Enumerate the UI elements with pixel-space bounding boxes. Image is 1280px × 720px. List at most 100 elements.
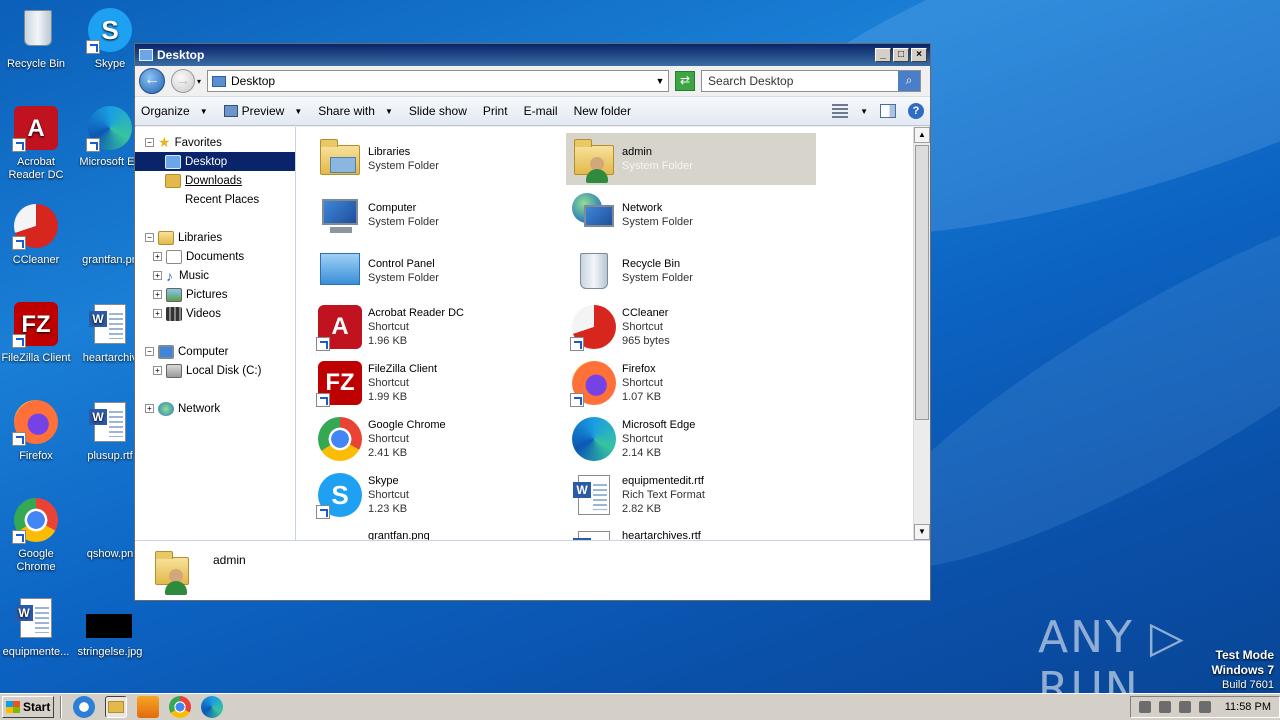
share-with-button[interactable]: Share with ▼ xyxy=(318,104,393,118)
desktop-icon-recycle-bin[interactable]: Recycle Bin xyxy=(0,6,74,71)
nav-item-pictures[interactable]: + Pictures xyxy=(135,285,295,304)
close-button[interactable]: × xyxy=(911,48,927,62)
nav-item-downloads[interactable]: Downloads xyxy=(135,171,295,190)
file-item-acrobat[interactable]: A Acrobat Reader DC Shortcut 1.96 KB xyxy=(312,301,562,353)
chrome-icon[interactable] xyxy=(169,696,191,718)
desktop-icon-filezilla[interactable]: FZ FileZilla Client xyxy=(0,300,74,365)
expand-icon[interactable]: + xyxy=(153,252,162,261)
file-item-libraries[interactable]: Libraries System Folder xyxy=(312,133,562,185)
libraries-icon xyxy=(158,230,174,245)
expand-icon[interactable]: + xyxy=(153,271,162,280)
print-button[interactable]: Print xyxy=(483,104,508,118)
nav-item-documents[interactable]: + Documents xyxy=(135,247,295,266)
new-folder-button[interactable]: New folder xyxy=(574,104,631,118)
window-titlebar[interactable]: Desktop _ □ × xyxy=(135,44,930,66)
minimize-button[interactable]: _ xyxy=(875,48,891,62)
firefox-icon xyxy=(570,359,618,407)
file-item-ccleaner[interactable]: CCleaner Shortcut 965 bytes xyxy=(566,301,816,353)
clock[interactable]: 11:58 PM xyxy=(1225,701,1271,713)
preview-button[interactable]: Preview ▼ xyxy=(223,104,302,118)
nav-item-local-disk[interactable]: + Local Disk (C:) xyxy=(135,361,295,380)
expand-icon[interactable]: + xyxy=(153,290,162,299)
email-button[interactable]: E-mail xyxy=(524,104,558,118)
expand-icon[interactable]: + xyxy=(153,366,162,375)
expand-icon[interactable]: + xyxy=(145,404,154,413)
file-item-grantfan[interactable]: grantfan.png xyxy=(312,525,562,540)
windows-logo-icon xyxy=(6,701,20,713)
desktop-icon-ccleaner[interactable]: CCleaner xyxy=(0,202,74,267)
network-tray-icon[interactable] xyxy=(1158,701,1171,713)
help-icon[interactable]: ? xyxy=(908,103,924,119)
explorer-taskbar-button[interactable] xyxy=(105,696,127,718)
file-item-edge[interactable]: Microsoft Edge Shortcut 2.14 KB xyxy=(566,413,816,465)
back-button[interactable]: ← xyxy=(139,68,165,94)
chevron-down-icon[interactable]: ▼ xyxy=(652,76,668,86)
desktop-icon-label: grantfan.pn xyxy=(82,254,138,266)
view-options-icon[interactable] xyxy=(832,104,849,118)
slide-show-button[interactable]: Slide show xyxy=(409,104,467,118)
address-field[interactable]: Desktop ▼ xyxy=(207,70,670,92)
file-item-control-panel[interactable]: Control Panel System Folder xyxy=(312,245,562,297)
videos-icon xyxy=(166,306,182,321)
search-icon[interactable]: ⌕ xyxy=(898,71,921,91)
scroll-up-icon[interactable]: ▲ xyxy=(914,127,930,143)
flag-icon[interactable] xyxy=(1198,701,1211,713)
maximize-button[interactable]: □ xyxy=(893,48,909,62)
file-item-computer[interactable]: Computer System Folder xyxy=(312,189,562,241)
collapse-icon[interactable]: − xyxy=(145,233,154,242)
nav-item-network[interactable]: + Network xyxy=(135,399,295,418)
file-item-admin[interactable]: admin System Folder xyxy=(566,133,816,185)
internet-explorer-icon[interactable] xyxy=(73,696,95,718)
nav-item-videos[interactable]: + Videos xyxy=(135,304,295,323)
file-item-firefox[interactable]: Firefox Shortcut 1.07 KB xyxy=(566,357,816,409)
file-item-equipmentedit[interactable]: equipmentedit.rtf Rich Text Format 2.82 KB xyxy=(566,469,816,521)
word-document-icon xyxy=(12,594,60,642)
expand-icon[interactable]: + xyxy=(153,309,162,318)
refresh-button[interactable]: ⇄ xyxy=(675,71,696,91)
desktop-icon-chrome[interactable]: Google Chrome xyxy=(0,496,74,574)
desktop-icon-firefox[interactable]: Firefox xyxy=(0,398,74,463)
desktop-icon-equipmentedit[interactable]: equipmente... xyxy=(0,594,74,659)
edge-icon[interactable] xyxy=(201,696,223,718)
collapse-icon[interactable]: − xyxy=(145,138,154,147)
preview-pane-icon[interactable] xyxy=(880,104,896,118)
preview-icon xyxy=(223,105,238,117)
nav-item-libraries[interactable]: − Libraries xyxy=(135,228,295,247)
file-type: System Folder xyxy=(622,216,693,228)
file-item-heartarchives[interactable]: heartarchives.rtf xyxy=(566,525,816,540)
organize-button[interactable]: Organize ▼ xyxy=(141,104,208,118)
file-item-chrome[interactable]: Google Chrome Shortcut 2.41 KB xyxy=(312,413,562,465)
desktop-icon-label: equipmente... xyxy=(2,646,70,658)
recent-pages-chevron-icon[interactable]: ▾ xyxy=(197,77,201,86)
collapse-icon[interactable]: − xyxy=(145,347,154,356)
volume-icon[interactable] xyxy=(1138,701,1151,713)
nav-item-favorites[interactable]: − ★ Favorites xyxy=(135,133,295,152)
nav-item-recent-places[interactable]: Recent Places xyxy=(135,190,295,209)
file-item-network[interactable]: Network System Folder xyxy=(566,189,816,241)
scroll-down-icon[interactable]: ▼ xyxy=(914,524,930,540)
search-input[interactable]: Search Desktop ⌕ xyxy=(701,70,922,92)
start-button[interactable]: Start xyxy=(2,696,54,718)
nav-item-computer[interactable]: − Computer xyxy=(135,342,295,361)
file-size: 965 bytes xyxy=(622,335,670,347)
scrollbar-thumb[interactable] xyxy=(915,145,929,420)
skype-icon: S xyxy=(86,6,134,54)
file-type: System Folder xyxy=(368,272,439,284)
vertical-scrollbar[interactable]: ▲ ▼ xyxy=(913,127,930,540)
file-item-filezilla[interactable]: FZ FileZilla Client Shortcut 1.99 KB xyxy=(312,357,562,409)
desktop-icon-stringelse[interactable]: stringelse.jpg xyxy=(72,594,148,659)
chevron-down-icon[interactable]: ▼ xyxy=(860,107,868,116)
forward-button[interactable]: → xyxy=(171,69,195,93)
desktop-icon-label: heartarchiv xyxy=(82,352,138,364)
explorer-window[interactable]: Desktop _ □ × ← → ▾ Desktop ▼ ⇄ Search D… xyxy=(134,43,931,601)
media-player-icon[interactable] xyxy=(137,696,159,718)
action-center-icon[interactable] xyxy=(1178,701,1191,713)
nav-label: Favorites xyxy=(174,136,222,149)
nav-item-desktop[interactable]: Desktop xyxy=(135,152,295,171)
word-document-icon xyxy=(570,527,618,540)
file-item-recycle-bin[interactable]: Recycle Bin System Folder xyxy=(566,245,816,297)
file-item-skype[interactable]: S Skype Shortcut 1.23 KB xyxy=(312,469,562,521)
nav-item-music[interactable]: + ♪ Music xyxy=(135,266,295,285)
desktop-icon-acrobat[interactable]: A Acrobat Reader DC xyxy=(0,104,74,182)
file-name: heartarchives.rtf xyxy=(622,530,701,540)
